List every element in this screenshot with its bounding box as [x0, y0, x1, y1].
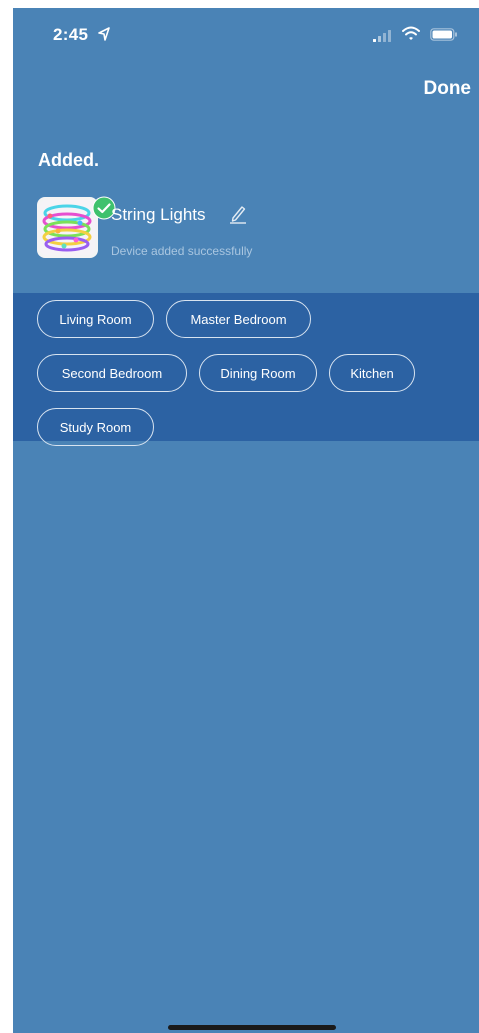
wifi-icon: [402, 26, 420, 40]
string-lights-image-icon: [40, 200, 95, 255]
device-thumbnail: [37, 196, 116, 258]
location-arrow-icon: [98, 27, 110, 41]
device-status: Device added successfully: [111, 244, 253, 258]
room-chip-study-room[interactable]: Study Room: [37, 408, 154, 446]
device-added-screen: 2:45 Done Added. String Lights Device ad…: [13, 8, 479, 1033]
page-title: Added.: [38, 150, 99, 170]
room-selection-panel: Living Room Master Bedroom Second Bedroo…: [13, 293, 479, 446]
room-chip-living-room[interactable]: Living Room: [37, 300, 154, 338]
room-chip-dining-room[interactable]: Dining Room: [199, 354, 317, 392]
status-bar: 2:45: [13, 8, 479, 60]
edit-pencil-icon[interactable]: [229, 204, 247, 224]
status-time: 2:45: [53, 25, 89, 44]
done-button[interactable]: Done: [424, 74, 472, 104]
room-chip-second-bedroom[interactable]: Second Bedroom: [37, 354, 187, 392]
cellular-signal-icon: [373, 30, 391, 42]
battery-icon: [430, 28, 457, 41]
room-chip-kitchen[interactable]: Kitchen: [329, 354, 415, 392]
device-name: String Lights: [111, 205, 206, 224]
home-indicator[interactable]: [168, 1025, 336, 1030]
room-chip-master-bedroom[interactable]: Master Bedroom: [166, 300, 311, 338]
